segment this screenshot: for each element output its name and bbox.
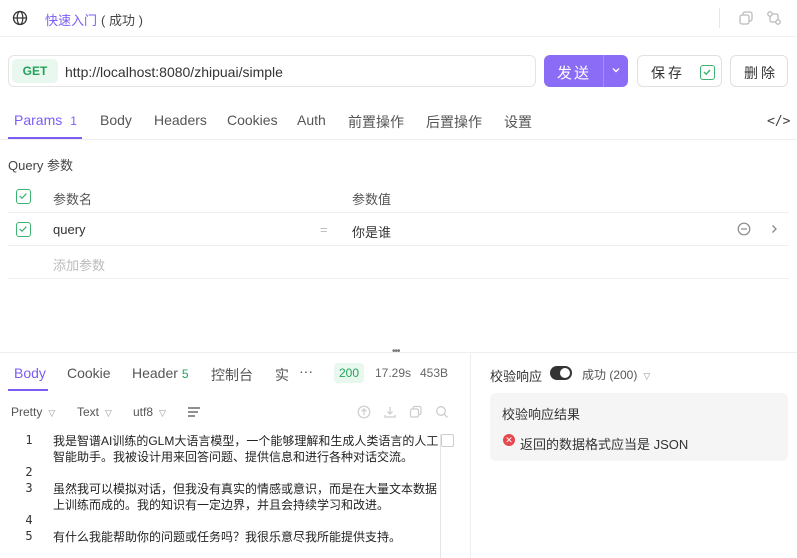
chevron-down-icon: ▽ (643, 371, 651, 381)
download-icon[interactable] (383, 405, 397, 419)
tab-response-header-count: 5 (181, 367, 189, 381)
scrollbar-thumb[interactable] (441, 434, 454, 447)
line-number: 5 (25, 529, 33, 543)
share-icon[interactable] (766, 10, 782, 26)
code-icon[interactable]: </> (767, 114, 790, 129)
tab-response-body[interactable]: Body (14, 365, 46, 381)
remove-circle-icon[interactable] (737, 222, 751, 236)
upload-icon[interactable] (357, 405, 371, 419)
search-icon[interactable] (435, 405, 449, 419)
request-status: ( 成功 ) (101, 13, 143, 28)
chevron-down-icon[interactable] (610, 64, 622, 76)
code-line: 我是智谱AI训练的GLM大语言模型，一个能够理解和生成人类语言的人工智能助手。我… (53, 434, 439, 464)
view-mode-label: Pretty (11, 405, 43, 419)
tab-auth[interactable]: Auth (297, 112, 326, 128)
param-name-input[interactable]: query (53, 222, 86, 237)
content-type-label: Text (77, 405, 100, 419)
row-checkbox[interactable] (16, 222, 31, 237)
chevron-down-icon: ▽ (159, 408, 166, 418)
send-button[interactable]: 发送 (544, 55, 628, 87)
content-type-select[interactable]: Text ▽ (77, 405, 112, 419)
line-number: 3 (25, 481, 33, 495)
validation-case-select[interactable]: 成功 (200) ▽ (582, 366, 650, 383)
save-check-icon (700, 65, 715, 80)
more-tabs-icon[interactable]: ··· (299, 363, 313, 379)
chevron-right-icon[interactable] (768, 223, 780, 235)
tab-cookies[interactable]: Cookies (227, 112, 278, 128)
add-param-input[interactable]: 添加参数 (53, 255, 105, 274)
copy-icon[interactable] (409, 405, 423, 419)
chevron-down-icon: ▽ (105, 408, 112, 418)
globe-icon (12, 10, 28, 26)
vertical-divider[interactable] (470, 353, 471, 558)
top-bar: 快速入门( 成功 ) (0, 0, 797, 37)
editor-scrollbar[interactable] (440, 434, 454, 558)
divider (719, 8, 720, 28)
tab-post-operations[interactable]: 后置操作 (426, 112, 482, 132)
column-header-value: 参数值 (352, 192, 392, 207)
url-input[interactable]: http://localhost:8080/zhipuai/simple (65, 64, 283, 80)
status-badge: 200 (334, 363, 364, 383)
select-all-checkbox[interactable] (16, 189, 31, 204)
line-number: 2 (25, 465, 33, 479)
add-param-row: 添加参数 (8, 246, 789, 279)
request-name: 快速入门 (45, 13, 98, 28)
request-title[interactable]: 快速入门( 成功 ) (45, 10, 143, 29)
code-line: 有什么我能帮助你的问题或任务吗？我很乐意尽我所能提供支持。 (53, 530, 402, 544)
line-number: 1 (25, 433, 33, 447)
tab-more[interactable]: 实 (275, 365, 289, 385)
param-value-input[interactable]: 你是谁 (352, 222, 391, 241)
query-header-row: 参数名 参数值 (8, 180, 789, 213)
query-section-title: Query 参数 (8, 158, 74, 173)
tab-console[interactable]: 控制台 (211, 365, 253, 385)
toggle-knob (560, 368, 570, 378)
validate-toggle[interactable] (550, 366, 572, 380)
active-tab-indicator (8, 137, 82, 139)
delete-button-label: 删除 (744, 65, 778, 81)
tab-response-cookie[interactable]: Cookie (67, 365, 111, 381)
response-time: 17.29s (375, 366, 412, 380)
chevron-down-icon: ▽ (48, 408, 56, 418)
tab-headers[interactable]: Headers (154, 112, 207, 128)
equals-icon: = (320, 222, 328, 237)
active-response-tab-indicator (8, 389, 48, 391)
tab-response-header[interactable]: Header 5 (132, 365, 189, 381)
tab-body[interactable]: Body (100, 112, 132, 128)
view-mode-select[interactable]: Pretty ▽ (11, 405, 55, 419)
tab-settings[interactable]: 设置 (504, 112, 532, 132)
method-select[interactable]: GET (12, 59, 58, 83)
tab-params[interactable]: Params 1 (14, 112, 77, 128)
validation-error-message: 返回的数据格式应当是 JSON (520, 437, 689, 452)
send-divider (603, 55, 604, 87)
code-line: 虽然我可以模拟对话，但我没有真实的情感或意识，而是在大量文本数据上训练而成的。我… (53, 482, 438, 512)
error-icon: ✕ (503, 434, 515, 446)
tab-pre-operations[interactable]: 前置操作 (348, 112, 404, 132)
delete-button[interactable]: 删除 (730, 55, 788, 87)
wrap-lines-icon[interactable] (187, 405, 201, 419)
save-button[interactable]: 保存 (637, 55, 722, 87)
line-number: 4 (25, 513, 33, 527)
copy-icon[interactable] (738, 10, 754, 26)
tab-response-header-label: Header (132, 365, 178, 381)
validation-result-card: 校验响应结果 ✕ 返回的数据格式应当是 JSON (490, 393, 788, 461)
tab-params-count: 1 (70, 114, 77, 128)
validation-case-label: 成功 (200) (582, 368, 638, 382)
column-header-name: 参数名 (53, 192, 93, 207)
save-button-label: 保存 (651, 65, 685, 81)
validate-response-label: 校验响应 (490, 369, 543, 384)
panel-divider[interactable] (0, 352, 797, 353)
encoding-select[interactable]: utf8 ▽ (133, 405, 166, 419)
url-bar[interactable]: GET http://localhost:8080/zhipuai/simple (8, 55, 536, 87)
send-button-label: 发送 (557, 65, 592, 82)
tab-params-label: Params (14, 112, 63, 128)
table-row: query = 你是谁 (8, 213, 789, 246)
response-size: 453B (420, 366, 449, 380)
request-tabs: Params 1 Body Headers Cookies Auth 前置操作 后… (0, 104, 797, 140)
validation-result-title: 校验响应结果 (502, 407, 581, 422)
encoding-label: utf8 (133, 405, 154, 419)
